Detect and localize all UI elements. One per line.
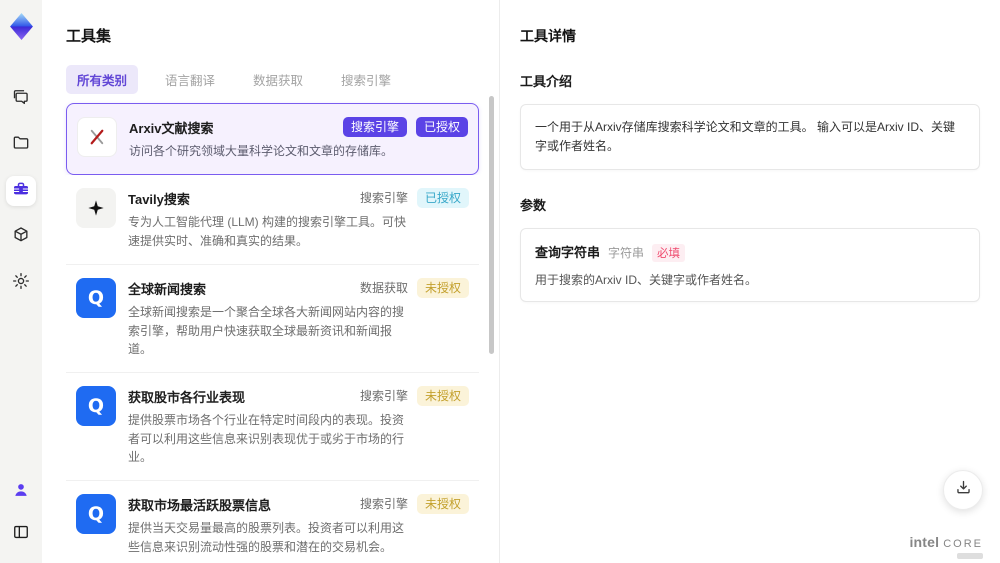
tool-description: 提供股票市场各个行业在特定时间段内的表现。投资者可以利用这些信息来识别表现优于或… [128, 413, 405, 465]
tool-list-panel: 工具集 所有类别 语言翻译 数据获取 搜索引擎 Arxiv文献搜索 搜索引擎 已… [42, 0, 500, 563]
tool-category-label: 搜索引擎 [359, 190, 408, 205]
arxiv-logo-icon [77, 117, 117, 157]
parameter-type: 字符串 [608, 246, 645, 261]
download-button[interactable] [943, 470, 983, 510]
tool-intro-box: 一个用于从Arxiv存储库搜索科学论文和文章的工具。 输入可以是Arxiv ID… [520, 104, 980, 171]
intro-heading: 工具介绍 [520, 74, 573, 89]
stock-search-logo-icon: Q [76, 493, 116, 534]
tool-category-label: 搜索引擎 [359, 388, 408, 403]
intel-brand-text: intel [909, 534, 940, 550]
sidebar-rail [0, 0, 42, 563]
cube-icon [11, 225, 31, 250]
q-logo-glyph: Q [87, 394, 105, 417]
tab-translation[interactable]: 语言翻译 [154, 65, 226, 94]
required-badge: 必填 [652, 244, 686, 263]
tool-detail-panel: 工具详情 工具介绍 一个用于从Arxiv存储库搜索科学论文和文章的工具。 输入可… [500, 0, 1000, 563]
list-scrollbar[interactable] [489, 96, 494, 354]
tool-name: Arxiv文献搜索 [129, 121, 214, 136]
tab-data-fetch[interactable]: 数据获取 [242, 65, 314, 94]
sidebar-item-models[interactable] [6, 222, 36, 252]
gear-icon [11, 271, 31, 296]
tool-description: 提供当天交易量最高的股票列表。投资者可以利用这些信息来识别流动性强的股票和潜在的… [128, 521, 405, 554]
app-logo-icon [8, 13, 35, 40]
tavily-star-icon [76, 187, 116, 228]
tool-card-tavily[interactable]: Tavily搜索 搜索引擎 已授权 专为人工智能代理 (LLM) 构建的搜索引擎… [66, 174, 479, 265]
tool-intro-text: 一个用于从Arxiv存储库搜索科学论文和文章的工具。 输入可以是Arxiv ID… [535, 120, 956, 154]
toolbox-icon [11, 179, 31, 204]
sidebar-item-chat[interactable] [6, 84, 36, 114]
folder-icon [11, 133, 31, 158]
tool-category-label: 数据获取 [359, 280, 408, 295]
tool-card-arxiv[interactable]: Arxiv文献搜索 搜索引擎 已授权 访问各个研究领域大量科学论文和文章的存储库… [66, 103, 479, 175]
tool-name: 获取市场最活跃股票信息 [128, 497, 272, 513]
tool-status-badge: 已授权 [415, 117, 468, 138]
tool-description: 访问各个研究领域大量科学论文和文章的存储库。 [129, 144, 394, 159]
download-icon [954, 478, 973, 502]
page-title: 工具集 [66, 28, 112, 45]
q-logo-glyph: Q [87, 502, 105, 525]
tool-list: Arxiv文献搜索 搜索引擎 已授权 访问各个研究领域大量科学论文和文章的存储库… [66, 103, 499, 563]
detail-title: 工具详情 [520, 28, 576, 44]
tool-card-active-stocks[interactable]: Q 获取市场最活跃股票信息 搜索引擎 未授权 提供当天交易量最高的股票列表。投资… [66, 480, 479, 563]
tool-name: 获取股市各行业表现 [128, 389, 246, 405]
stock-search-logo-icon: Q [76, 385, 116, 426]
user-icon [11, 480, 31, 505]
parameter-box: 查询字符串 字符串 必填 用于搜索的Arxiv ID、关键字或作者姓名。 [520, 228, 980, 303]
params-heading: 参数 [520, 198, 547, 214]
sidebar-item-files[interactable] [6, 130, 36, 160]
panel-toggle-icon [11, 522, 31, 547]
intel-core-logo: intel CORE [909, 534, 983, 550]
tool-card-global-news[interactable]: Q 全球新闻搜索 数据获取 未授权 全球新闻搜索是一个聚合全球各大新闻网站内容的… [66, 264, 479, 373]
q-logo-glyph: Q [87, 286, 105, 309]
tool-status-badge: 已授权 [416, 187, 469, 209]
tool-description: 全球新闻搜索是一个聚合全球各大新闻网站内容的搜索引擎，帮助用户快速获取全球最新资… [128, 304, 405, 357]
tool-status-badge: 未授权 [416, 493, 469, 515]
sidebar-bottom [6, 477, 36, 549]
tool-name: Tavily搜索 [128, 191, 190, 207]
parameter-description: 用于搜索的Arxiv ID、关键字或作者姓名。 [535, 273, 758, 288]
tool-description: 专为人工智能代理 (LLM) 构建的搜索引擎工具。可快速提供实时、准确和真实的结… [128, 215, 407, 248]
parameter-name: 查询字符串 [535, 245, 601, 261]
tool-status-badge: 未授权 [416, 385, 469, 407]
sidebar-item-settings[interactable] [6, 268, 36, 298]
tool-status-badge: 未授权 [416, 277, 469, 298]
tool-category-badge: 搜索引擎 [342, 117, 407, 138]
sidebar-item-panel-toggle[interactable] [6, 519, 36, 549]
core-brand-text: CORE [943, 538, 983, 550]
sidebar-item-tools[interactable] [6, 176, 36, 206]
logo-subtext-mark [957, 553, 983, 559]
tab-all-categories[interactable]: 所有类别 [66, 65, 139, 94]
news-search-logo-icon: Q [76, 277, 116, 318]
sidebar-item-user[interactable] [6, 477, 36, 507]
sidebar-nav [6, 84, 36, 298]
category-tabs: 所有类别 语言翻译 数据获取 搜索引擎 [66, 65, 499, 94]
tool-card-sector-performance[interactable]: Q 获取股市各行业表现 搜索引擎 未授权 提供股票市场各个行业在特定时间段内的表… [66, 372, 479, 481]
tool-name: 全球新闻搜索 [128, 281, 207, 297]
tool-category-label: 搜索引擎 [359, 496, 408, 511]
chat-icon [11, 87, 31, 112]
tab-search-engine[interactable]: 搜索引擎 [330, 65, 402, 94]
